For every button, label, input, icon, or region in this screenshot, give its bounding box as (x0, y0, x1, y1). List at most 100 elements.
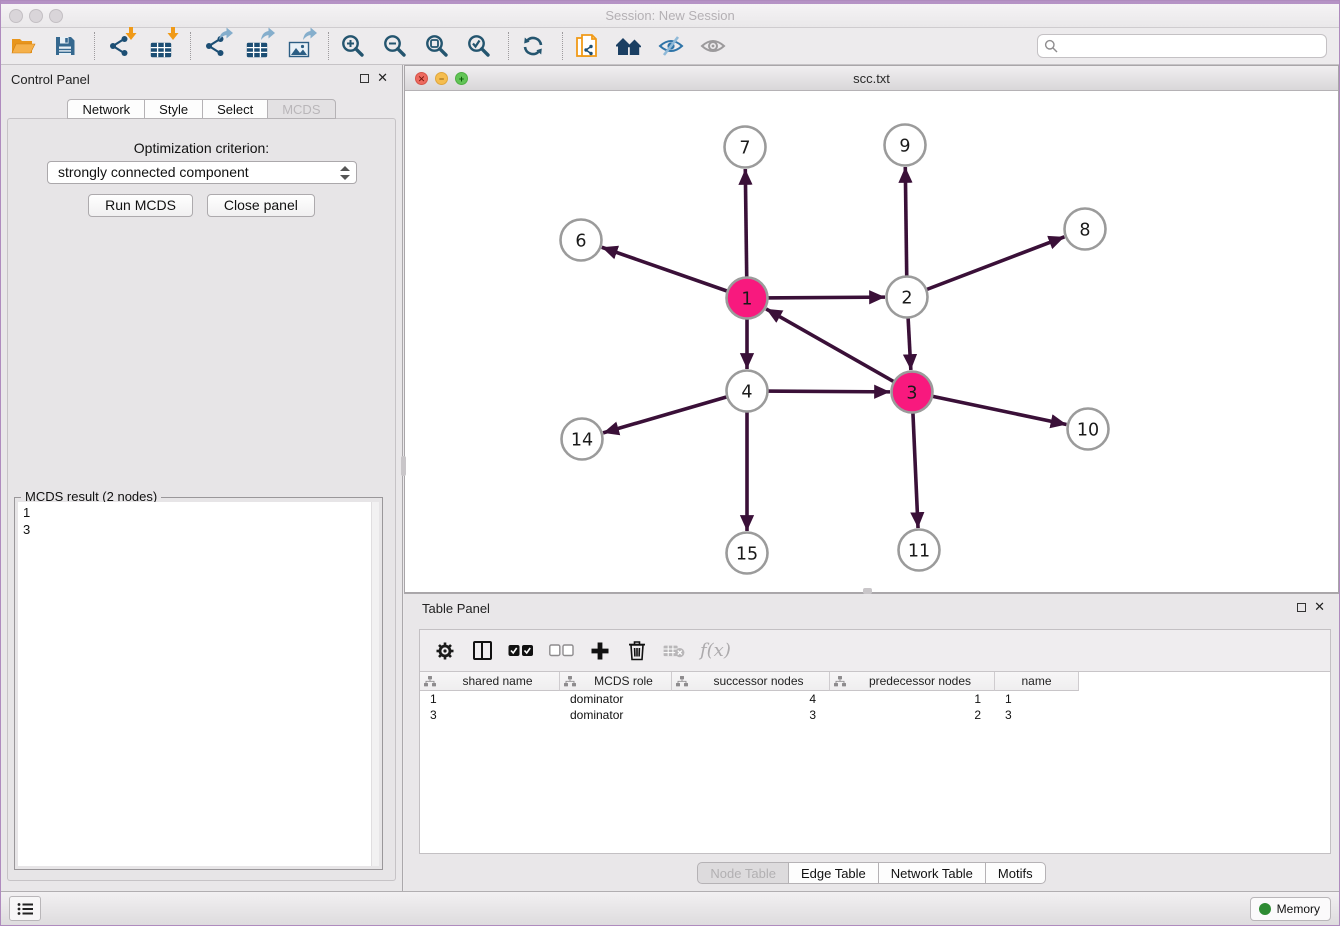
table-cell[interactable]: 1 (830, 691, 995, 707)
import-network-button[interactable] (104, 30, 134, 62)
column-header-name[interactable]: name (995, 672, 1079, 691)
delete-column-button[interactable] (626, 640, 648, 661)
tab-network-table[interactable]: Network Table (878, 862, 985, 884)
table-cell[interactable]: 3 (672, 707, 830, 723)
tab-label: Style (159, 102, 188, 117)
network-window-titlebar[interactable]: ✕ − + scc.txt (405, 66, 1338, 91)
save-session-button[interactable] (50, 30, 80, 62)
clone-network-icon (575, 33, 599, 59)
tab-select[interactable]: Select (202, 99, 267, 119)
tab-network[interactable]: Network (67, 99, 144, 119)
panel-splitter-handle[interactable] (863, 588, 872, 594)
graph-edge-3-1[interactable] (766, 309, 912, 392)
run-mcds-button[interactable]: Run MCDS (88, 194, 193, 217)
graph-edge-1-6[interactable] (602, 247, 747, 298)
show-columns-button[interactable] (471, 641, 493, 660)
column-label: name (995, 674, 1078, 688)
list-icon (17, 902, 34, 916)
table-cell[interactable]: 1 (420, 691, 560, 707)
column-header-successor-nodes[interactable]: successor nodes (672, 672, 830, 691)
table-cell[interactable]: dominator (560, 707, 672, 723)
result-scrollbar[interactable] (371, 502, 379, 866)
unchecked-boxes-icon (549, 644, 574, 657)
control-panel-title: Control Panel (11, 72, 90, 87)
close-panel-button[interactable]: Close panel (207, 194, 315, 217)
refresh-layout-button[interactable] (518, 30, 548, 62)
tab-edge-table[interactable]: Edge Table (788, 862, 878, 884)
tab-style[interactable]: Style (144, 99, 202, 119)
float-panel-icon[interactable] (1297, 603, 1306, 612)
status-bar: Memory (1, 891, 1339, 925)
panel-splitter-handle[interactable] (401, 456, 406, 476)
tab-label: Network Table (891, 866, 973, 881)
table-cell[interactable]: dominator (560, 691, 672, 707)
open-session-button[interactable] (8, 30, 38, 62)
network-graph[interactable]: 7968124314101511 (405, 91, 1340, 592)
home-layout-button[interactable] (614, 30, 644, 62)
eye-slash-icon (658, 35, 684, 57)
zoom-out-button[interactable] (380, 30, 410, 62)
select-all-button[interactable] (508, 644, 534, 657)
columns-icon (473, 641, 492, 660)
table-cell[interactable]: 2 (830, 707, 995, 723)
zoom-out-icon (382, 33, 408, 59)
column-label: predecessor nodes (846, 674, 994, 688)
table-row[interactable]: 3dominator323 (420, 707, 1330, 723)
export-network-button[interactable] (200, 30, 230, 62)
add-column-button[interactable] (589, 641, 611, 661)
hide-selected-button[interactable] (656, 30, 686, 62)
zoom-in-button[interactable] (338, 30, 368, 62)
control-panel: Control Panel ✕ Network Style Select MCD… (1, 65, 403, 891)
clone-network-button[interactable] (572, 30, 602, 62)
column-header-predecessor-nodes[interactable]: predecessor nodes (830, 672, 995, 691)
close-panel-icon[interactable]: ✕ (377, 70, 388, 86)
table-row[interactable]: 1dominator411 (420, 691, 1330, 707)
graph-edge-3-10[interactable] (912, 392, 1066, 424)
float-panel-icon[interactable] (360, 74, 369, 83)
graph-edge-2-8[interactable] (907, 237, 1064, 297)
graph-node-label: 10 (1077, 420, 1099, 440)
optimization-criterion-dropdown[interactable]: strongly connected component (47, 161, 357, 184)
mcds-result-text[interactable]: 1 3 (18, 502, 379, 866)
export-arrow-icon (261, 27, 275, 45)
homes-icon (615, 35, 643, 57)
control-panel-tabs: Network Style Select MCDS (1, 99, 402, 119)
import-table-button[interactable] (146, 30, 176, 62)
graph-edge-4-14[interactable] (603, 391, 747, 433)
delete-table-button-disabled (663, 644, 685, 658)
column-header-shared-name[interactable]: shared name (420, 672, 560, 691)
zoom-selected-button[interactable] (464, 30, 494, 62)
toolbar-separator (94, 32, 95, 60)
search-input[interactable] (1037, 34, 1327, 58)
function-builder-disabled: f(x) (700, 640, 731, 661)
table-tabs: Node Table Edge Table Network Table Moti… (404, 862, 1339, 884)
table-cell[interactable]: 4 (672, 691, 830, 707)
network-canvas[interactable]: 7968124314101511 (405, 91, 1338, 592)
table-cell[interactable]: 3 (420, 707, 560, 723)
toolbar-separator (328, 32, 329, 60)
export-image-button[interactable] (284, 30, 314, 62)
table-cell[interactable]: 1 (995, 691, 1079, 707)
table-delete-icon (663, 644, 685, 658)
toolbar-separator (508, 32, 509, 60)
show-selected-button[interactable] (698, 30, 728, 62)
table-cell[interactable]: 3 (995, 707, 1079, 723)
table-settings-button[interactable] (434, 641, 456, 661)
column-header-MCDS-role[interactable]: MCDS role (560, 672, 672, 691)
tab-mcds[interactable]: MCDS (267, 99, 335, 119)
table-header-row: shared nameMCDS rolesuccessor nodes prede… (420, 672, 1330, 691)
control-panel-header: Control Panel ✕ (1, 65, 402, 91)
table-panel: Table Panel ✕ (404, 593, 1339, 891)
close-panel-icon[interactable]: ✕ (1314, 599, 1325, 615)
graph-node-label: 7 (739, 138, 750, 158)
deselect-all-button[interactable] (549, 644, 574, 657)
zoom-in-icon (340, 33, 366, 59)
graph-node-label: 14 (571, 430, 593, 450)
zoom-fit-button[interactable] (422, 30, 452, 62)
memory-button[interactable]: Memory (1250, 897, 1331, 921)
tab-node-table[interactable]: Node Table (697, 862, 788, 884)
task-history-button[interactable] (9, 896, 41, 921)
export-table-button[interactable] (242, 30, 272, 62)
sort-hierarchy-icon (676, 676, 688, 687)
tab-motifs[interactable]: Motifs (985, 862, 1046, 884)
